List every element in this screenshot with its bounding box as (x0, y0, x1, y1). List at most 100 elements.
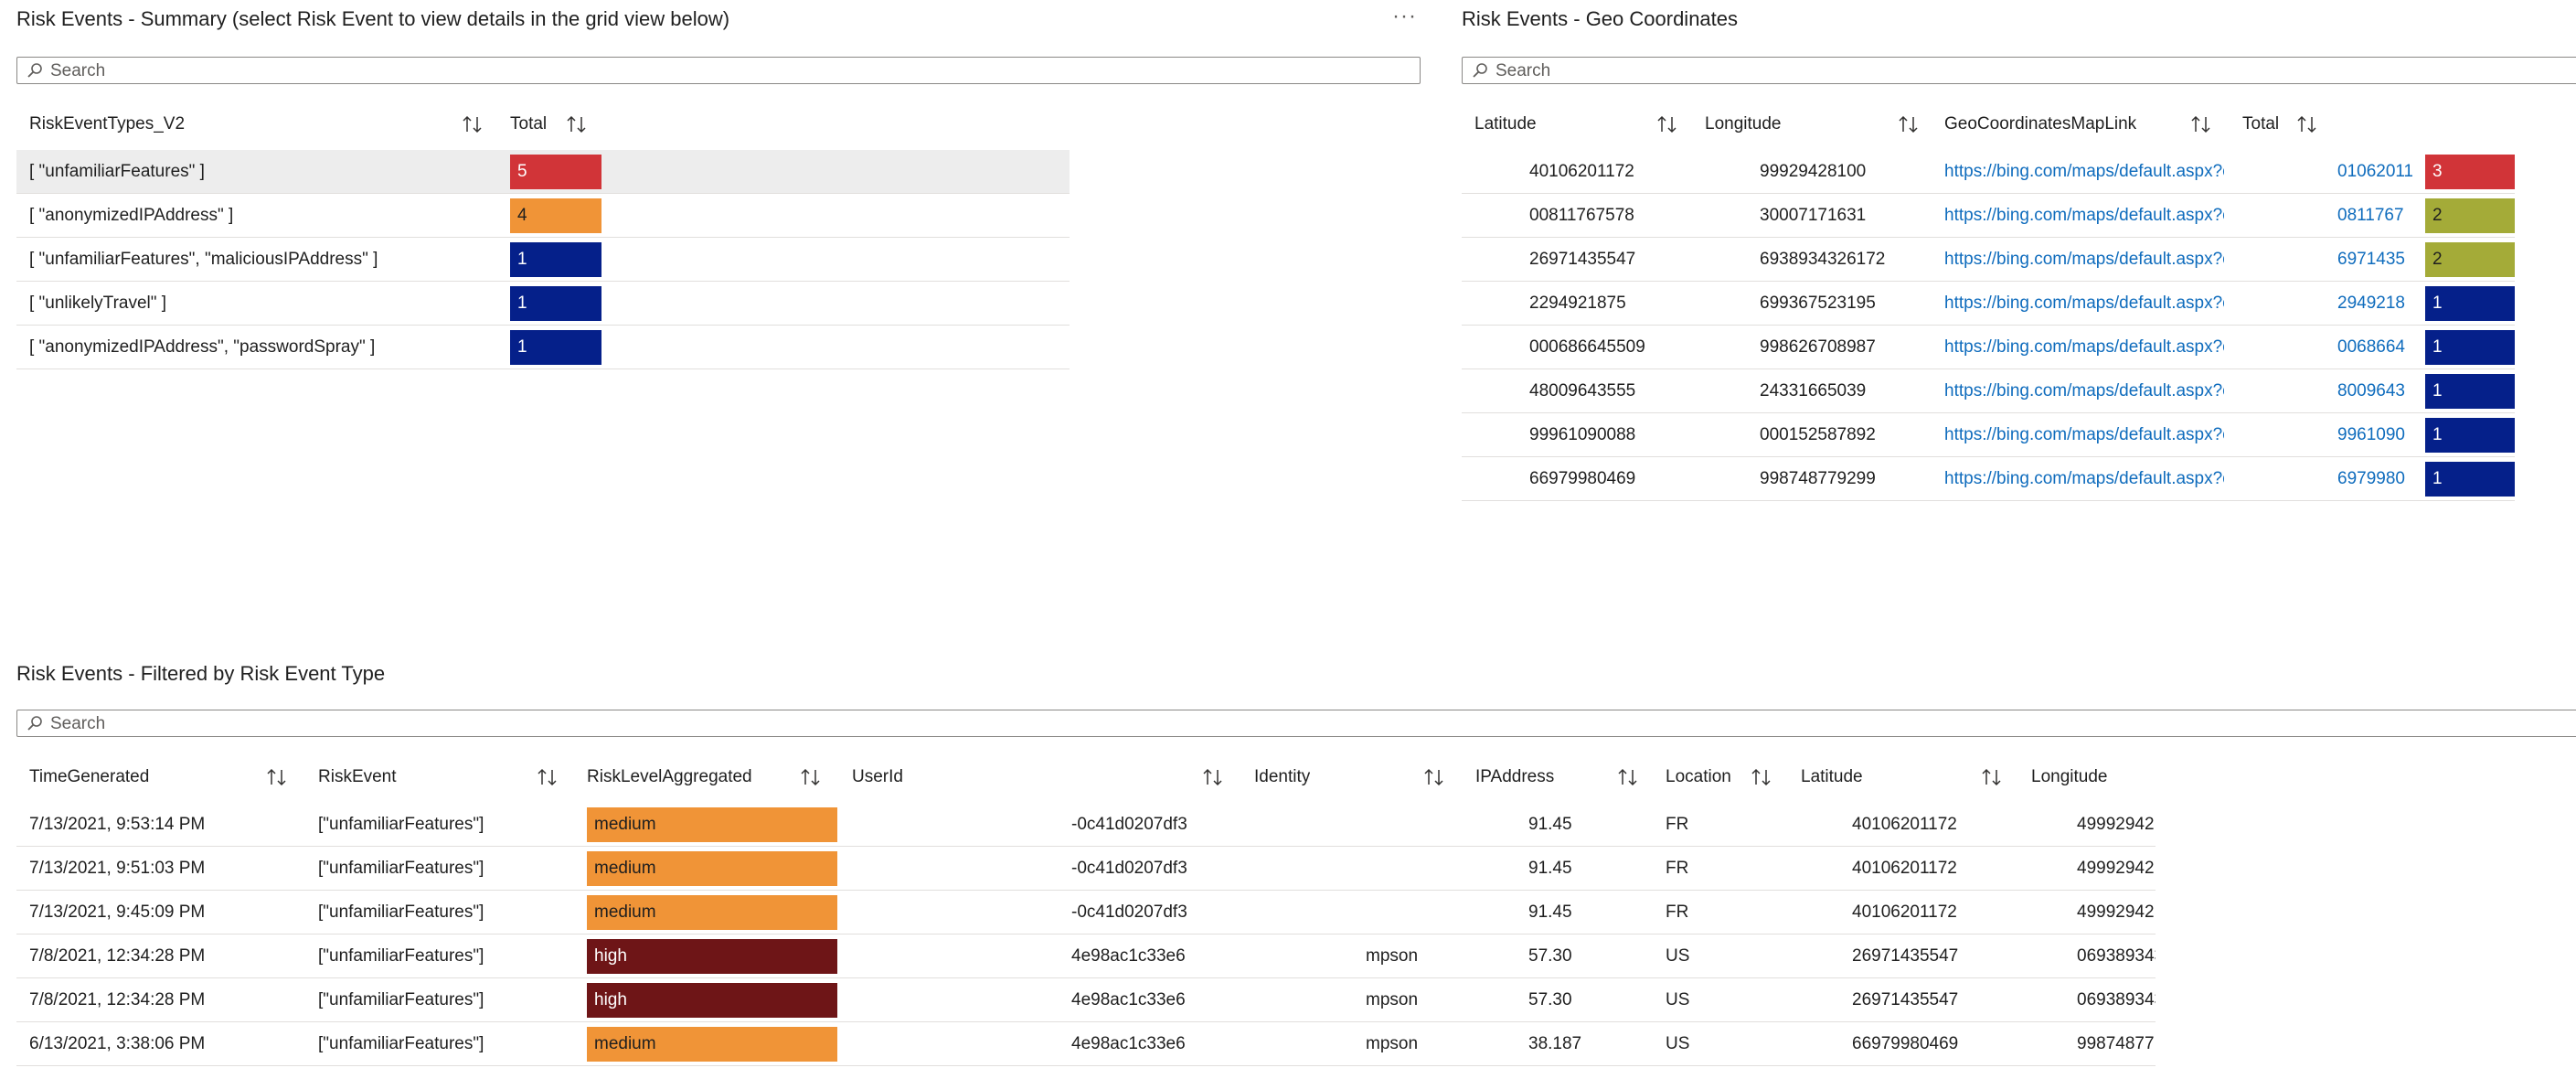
longitude-cell: 069389343 (2077, 990, 2156, 1009)
more-options-icon[interactable]: ··· (1392, 4, 1417, 29)
table-row[interactable]: 6/13/2021, 3:38:06 PM ["unfamiliarFeature… (16, 1022, 2156, 1066)
total-cell: 1 (2425, 374, 2515, 409)
table-row[interactable]: [ "anonymizedIPAddress", "passwordSpray"… (16, 326, 1070, 369)
table-row[interactable]: 7/13/2021, 9:51:03 PM ["unfamiliarFeature… (16, 847, 2156, 891)
time-generated-cell: 7/13/2021, 9:45:09 PM (29, 902, 206, 922)
identity-cell: mpson (1366, 1034, 1419, 1053)
risk-event-cell: [ "unfamiliarFeatures" ] (29, 162, 205, 181)
risk-event-cell: ["unfamiliarFeatures"] (318, 1034, 484, 1053)
table-row[interactable]: 7/8/2021, 12:34:28 PM ["unfamiliarFeature… (16, 934, 2156, 978)
identity-cell: mpson (1366, 946, 1419, 966)
map-link[interactable]: https://bing.com/maps/default.aspx?cp=5 (1944, 194, 2224, 238)
map-link[interactable]: https://bing.com/maps/default.aspx?cp=3 (1944, 369, 2224, 413)
column-header-identity[interactable]: Identity (1254, 752, 1310, 803)
table-row[interactable]: 00811767578 30007171631 https://bing.com/m… (1462, 194, 2515, 238)
ip-address-cell: 91.45 (1528, 902, 1572, 922)
ip-address-cell: 57.30 (1528, 990, 1572, 1009)
sort-arrows-icon[interactable] (1980, 766, 2004, 788)
column-header-total[interactable]: Total (510, 99, 547, 150)
longitude-cell: 30007171631 (1760, 206, 1867, 225)
column-header-ipaddress[interactable]: IPAddress (1475, 752, 1554, 803)
column-header-riskeventtypes[interactable]: RiskEventTypes_V2 (29, 99, 185, 150)
risk-event-cell: ["unfamiliarFeatures"] (318, 990, 484, 1009)
table-row[interactable]: 7/13/2021, 9:45:09 PM ["unfamiliarFeature… (16, 891, 2156, 934)
map-link[interactable]: https://bing.com/maps/default.aspx?cp=4 (1944, 150, 2224, 194)
latitude-cell: 66979980469 (1852, 1034, 1959, 1053)
map-link-coordinates[interactable]: 9961090 (2337, 413, 2412, 457)
sort-arrows-icon[interactable] (1422, 766, 1446, 788)
table-row[interactable]: 40106201172 99929428100 https://bing.com/m… (1462, 150, 2515, 194)
location-cell: US (1666, 1034, 1690, 1053)
search-icon (27, 63, 42, 78)
sort-arrows-icon[interactable] (536, 766, 559, 788)
latitude-cell: 26971435547 (1529, 250, 1636, 269)
map-link-coordinates[interactable]: 0811767 (2337, 194, 2412, 238)
table-row[interactable]: 66979980469 998748779299 https://bing.com/… (1462, 457, 2515, 501)
map-link-coordinates[interactable]: 2949218 (2337, 282, 2412, 326)
column-header-geocoordinatesmaplink[interactable]: GeoCoordinatesMapLink (1944, 99, 2136, 150)
user-id-cell: 4e98ac1c33e6 (1071, 990, 1186, 1009)
sort-arrows-icon[interactable] (1897, 113, 1921, 135)
map-link[interactable]: https://bing.com/maps/default.aspx?cp=4 (1944, 457, 2224, 501)
column-header-latitude[interactable]: Latitude (1801, 752, 1863, 803)
ip-address-cell: 91.45 (1528, 859, 1572, 878)
time-generated-cell: 7/13/2021, 9:51:03 PM (29, 859, 206, 878)
sort-arrows-icon[interactable] (565, 113, 589, 135)
sort-arrows-icon[interactable] (2189, 113, 2213, 135)
column-header-risklevelaggregated[interactable]: RiskLevelAggregated (587, 752, 752, 803)
time-generated-cell: 6/13/2021, 3:38:06 PM (29, 1034, 206, 1053)
table-row[interactable]: 2294921875 699367523195 https://bing.com/m… (1462, 282, 2515, 326)
column-header-total[interactable]: Total (2242, 99, 2279, 150)
risk-event-cell: ["unfamiliarFeatures"] (318, 902, 484, 922)
map-link-coordinates[interactable]: 0068664 (2337, 326, 2412, 369)
table-row[interactable]: 26971435547 6938934326172 https://bing.com… (1462, 238, 2515, 282)
latitude-cell: 99961090088 (1529, 425, 1636, 444)
geo-title: Risk Events - Geo Coordinates (1462, 7, 1739, 30)
table-row[interactable]: [ "anonymizedIPAddress" ] 4 (16, 194, 1070, 238)
table-row[interactable]: [ "unfamiliarFeatures", "maliciousIPAddr… (16, 238, 1070, 282)
identity-cell: mpson (1366, 990, 1419, 1009)
map-link-coordinates[interactable]: 6979980 (2337, 457, 2412, 501)
summary-search-input[interactable]: Search (16, 57, 1421, 84)
table-row[interactable]: 48009643555 24331665039 https://bing.com/m… (1462, 369, 2515, 413)
sort-arrows-icon[interactable] (1655, 113, 1679, 135)
map-link-coordinates[interactable]: 01062011 (2337, 150, 2412, 194)
table-row[interactable]: 7/8/2021, 12:34:28 PM ["unfamiliarFeature… (16, 978, 2156, 1022)
longitude-cell: 6938934326172 (1760, 250, 1886, 269)
sort-arrows-icon[interactable] (1616, 766, 1640, 788)
column-header-longitude[interactable]: Longitude (1705, 99, 1781, 150)
sort-arrows-icon[interactable] (2295, 113, 2319, 135)
column-header-timegenerated[interactable]: TimeGenerated (29, 752, 149, 803)
sort-arrows-icon[interactable] (265, 766, 289, 788)
search-placeholder: Search (1496, 61, 1551, 80)
table-row[interactable]: 99961090088 000152587892 https://bing.com/… (1462, 413, 2515, 457)
geo-search-input[interactable]: Search (1462, 57, 2576, 84)
total-cell: 1 (2425, 462, 2515, 497)
filtered-search-input[interactable]: Search (16, 710, 2576, 737)
table-row[interactable]: [ "unfamiliarFeatures" ] 5 (16, 150, 1070, 194)
latitude-cell: 48009643555 (1529, 381, 1636, 400)
latitude-cell: 2294921875 (1529, 294, 1626, 313)
map-link[interactable]: https://bing.com/maps/default.aspx?cp=3 (1944, 326, 2224, 369)
risk-event-cell: [ "unlikelyTravel" ] (29, 294, 167, 313)
table-row[interactable]: 7/13/2021, 9:53:14 PM ["unfamiliarFeature… (16, 803, 2156, 847)
column-header-longitude[interactable]: Longitude (2031, 752, 2107, 803)
table-row[interactable]: 000686645509 998626708987 https://bing.com… (1462, 326, 2515, 369)
sort-arrows-icon[interactable] (799, 766, 823, 788)
map-link[interactable]: https://bing.com/maps/default.aspx?cp=3 (1944, 238, 2224, 282)
map-link-coordinates[interactable]: 8009643 (2337, 369, 2412, 413)
column-header-riskevent[interactable]: RiskEvent (318, 752, 397, 803)
table-row[interactable]: [ "unlikelyTravel" ] 1 (16, 282, 1070, 326)
column-header-location[interactable]: Location (1666, 752, 1731, 803)
risk-level-cell: medium (587, 851, 837, 886)
column-header-latitude[interactable]: Latitude (1474, 99, 1537, 150)
map-link-coordinates[interactable]: 6971435 (2337, 238, 2412, 282)
risk-event-cell: ["unfamiliarFeatures"] (318, 859, 484, 878)
sort-arrows-icon[interactable] (1201, 766, 1225, 788)
time-generated-cell: 7/13/2021, 9:53:14 PM (29, 815, 206, 834)
column-header-userid[interactable]: UserId (852, 752, 903, 803)
sort-arrows-icon[interactable] (1750, 766, 1773, 788)
map-link[interactable]: https://bing.com/maps/default.aspx?cp=1 (1944, 413, 2224, 457)
map-link[interactable]: https://bing.com/maps/default.aspx?cp=4 (1944, 282, 2224, 326)
sort-arrows-icon[interactable] (461, 113, 484, 135)
